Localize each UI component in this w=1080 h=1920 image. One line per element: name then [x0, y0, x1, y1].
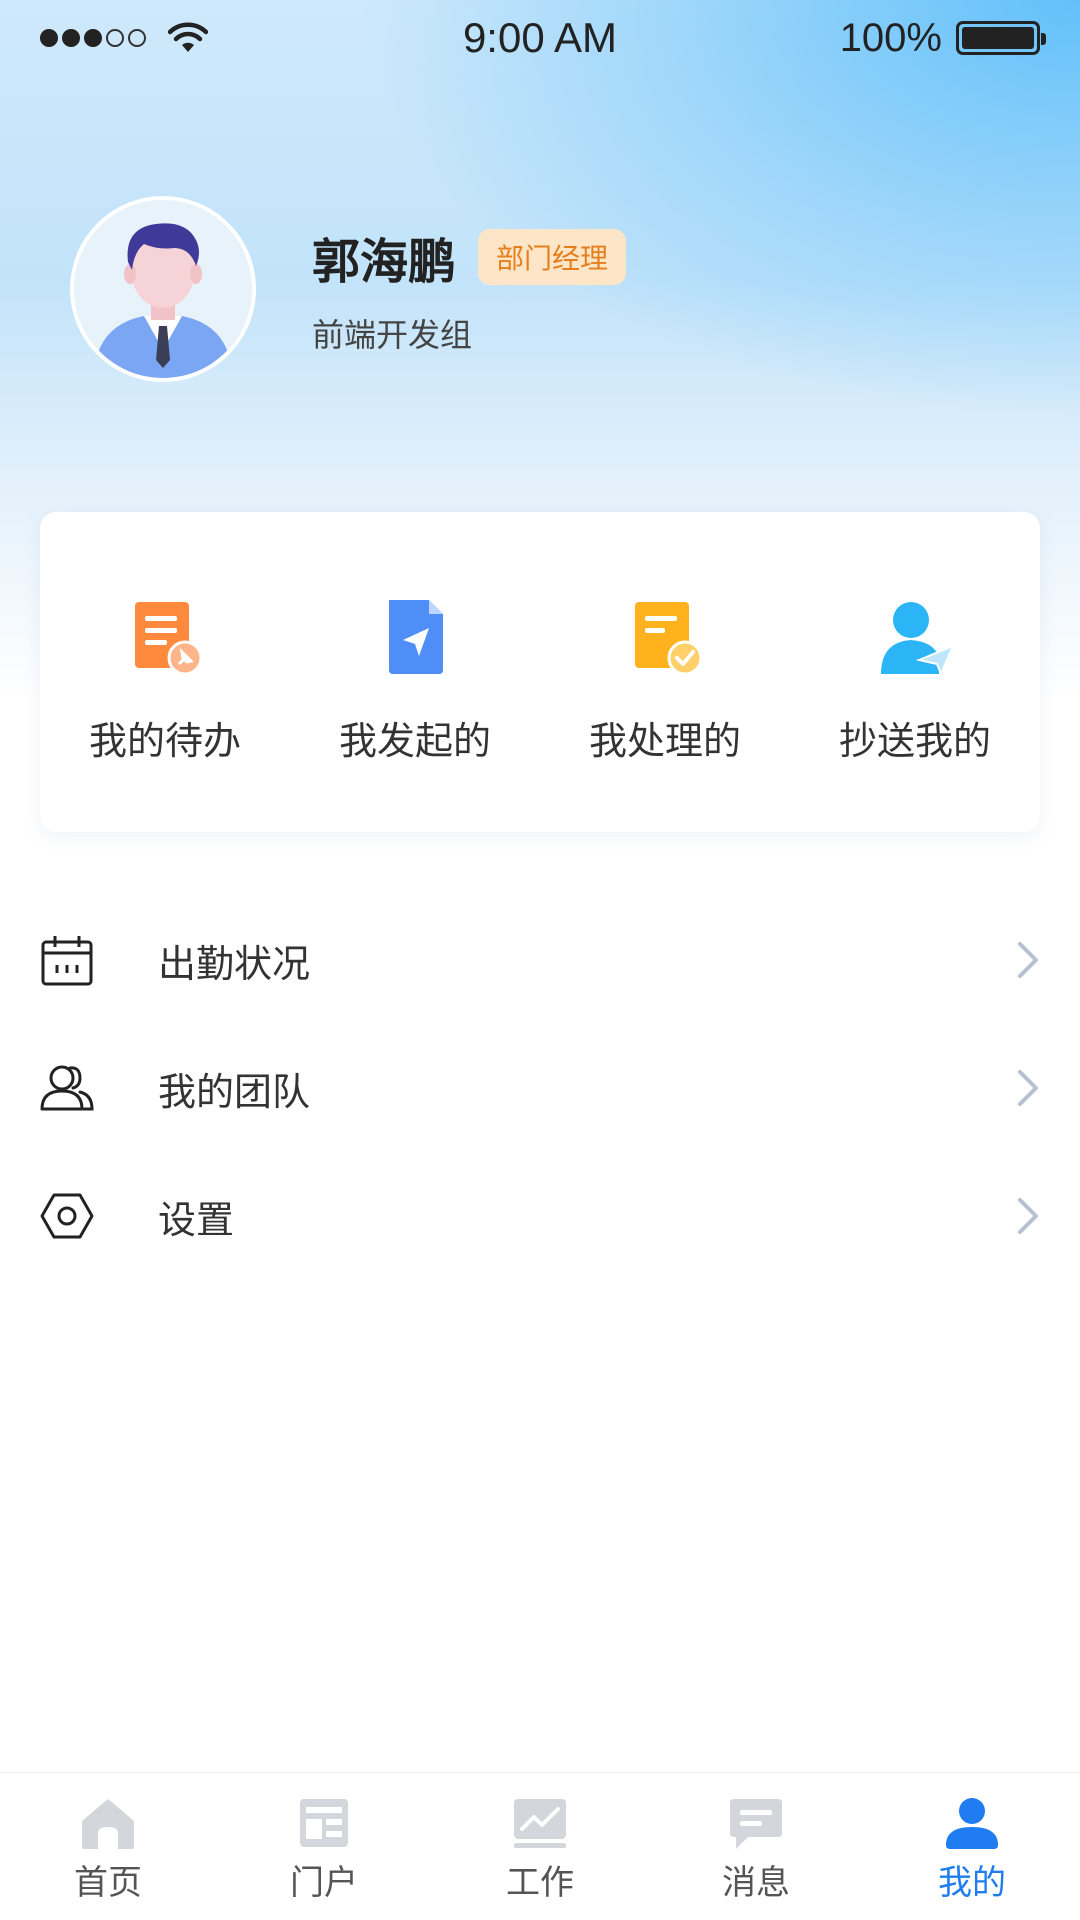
sent-doc-icon: [389, 600, 443, 674]
menu-item-label: 我的团队: [158, 1069, 311, 1114]
user-name: 郭海鹏: [312, 234, 457, 290]
status-bar: 9:00 AM 100%: [0, 0, 1080, 76]
calendar-icon: [41, 936, 93, 986]
menu-item-label: 出勤状况: [158, 941, 311, 986]
menu-item-label: 设置: [158, 1197, 235, 1242]
quick-action-todo[interactable]: 我的待办: [40, 512, 290, 832]
tab-home[interactable]: 首页: [8, 1795, 208, 1904]
menu-item-attendance[interactable]: 出勤状况: [0, 896, 1080, 1024]
cc-user-icon: [881, 602, 955, 676]
quick-action-handled[interactable]: 我处理的: [540, 512, 790, 832]
portal-icon: [300, 1799, 348, 1847]
settings-hex-icon: [40, 1193, 94, 1239]
menu-item-team[interactable]: 我的团队: [0, 1024, 1080, 1152]
quick-actions-card: 我的待办 我发起的 我处理的 抄送我的: [40, 512, 1040, 832]
user-avatar-icon: [74, 200, 252, 378]
tab-messages[interactable]: 消息: [656, 1795, 856, 1904]
profile-icon: [946, 1798, 998, 1849]
menu-item-settings[interactable]: 设置: [0, 1152, 1080, 1280]
status-time: 9:00 AM: [462, 14, 618, 61]
tab-label: 消息: [722, 1863, 790, 1903]
handled-doc-icon: [635, 602, 703, 676]
role-badge: 部门经理: [478, 229, 627, 285]
profile-header: 郭海鹏 部门经理 前端开发组: [70, 196, 627, 382]
avatar[interactable]: [70, 196, 256, 382]
battery-icon: [956, 21, 1046, 55]
tab-profile[interactable]: 我的: [872, 1795, 1072, 1904]
todo-doc-icon: [135, 602, 203, 676]
tab-portal[interactable]: 门户: [224, 1795, 424, 1904]
quick-action-label: 抄送我的: [838, 719, 991, 763]
quick-action-cc[interactable]: 抄送我的: [790, 512, 1040, 832]
tab-label: 工作: [506, 1863, 574, 1903]
quick-action-label: 我处理的: [588, 719, 741, 763]
quick-action-label: 我的待办: [88, 719, 241, 763]
tab-work[interactable]: 工作: [440, 1795, 640, 1904]
department-label: 前端开发组: [312, 316, 473, 354]
tab-label: 门户: [290, 1863, 358, 1903]
chevron-right-icon: [1018, 1198, 1038, 1234]
chevron-right-icon: [1018, 942, 1038, 978]
bottom-tab-bar: 首页 门户 工作 消息 我的: [0, 1772, 1080, 1920]
team-icon: [40, 1065, 94, 1111]
tab-label: 首页: [74, 1863, 142, 1903]
message-icon: [730, 1799, 782, 1849]
home-icon: [82, 1799, 134, 1849]
menu-list: 出勤状况 我的团队 设置: [0, 896, 1080, 1280]
chevron-right-icon: [1018, 1070, 1038, 1106]
quick-action-initiated[interactable]: 我发起的: [290, 512, 540, 832]
work-chart-icon: [514, 1799, 566, 1848]
tab-label: 我的: [938, 1863, 1006, 1903]
quick-action-label: 我发起的: [338, 719, 491, 763]
